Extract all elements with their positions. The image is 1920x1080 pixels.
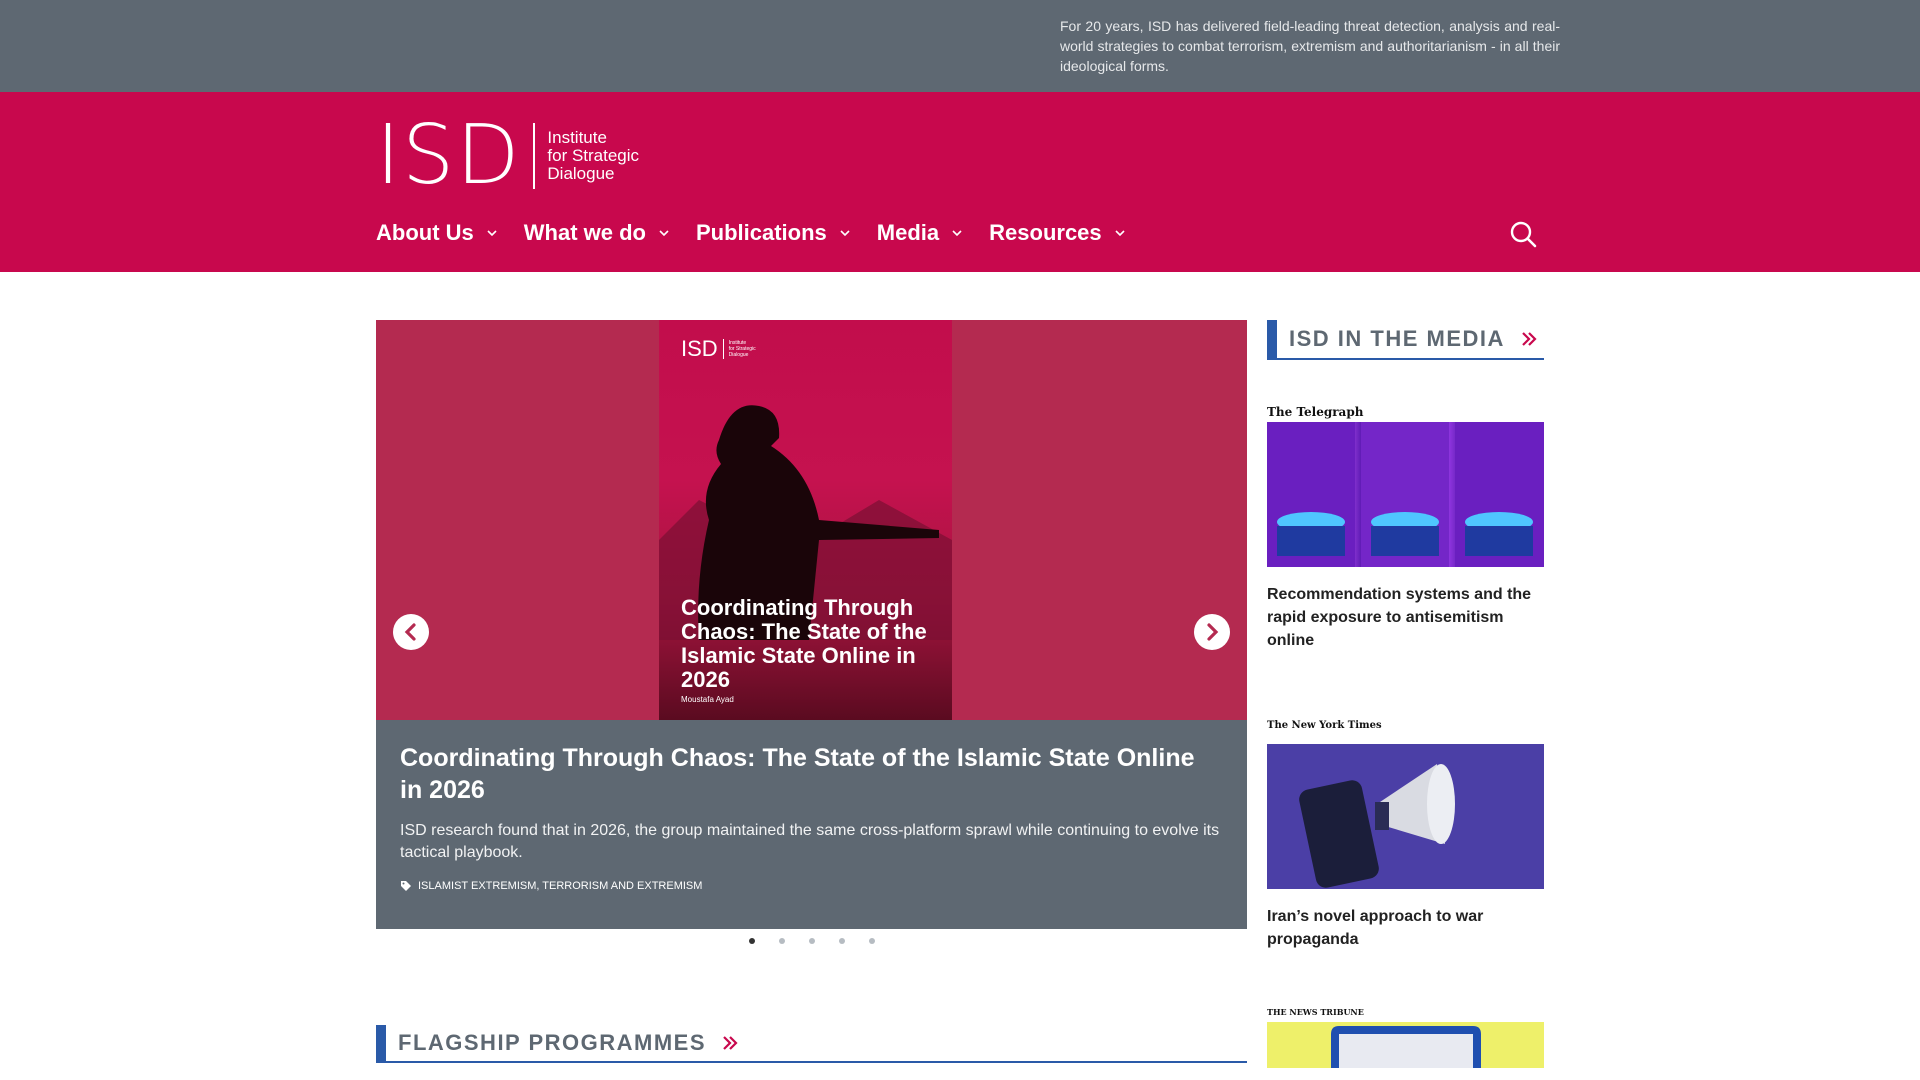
media-section-heading[interactable]: ISD IN THE MEDIA	[1267, 320, 1544, 360]
phones-illustration	[1267, 422, 1544, 567]
media-image[interactable]	[1267, 1022, 1544, 1068]
carousel-dot-5[interactable]	[868, 938, 875, 944]
site-header: ISD Institute for Strategic Dialogue Abo…	[0, 92, 1920, 272]
search-button[interactable]	[1508, 219, 1538, 254]
chevron-down-icon	[659, 230, 669, 237]
main-nav: About Us What we do Publications Media R…	[376, 220, 1152, 246]
chevron-down-icon	[952, 230, 962, 237]
media-card-title[interactable]: Recommendation systems and the rapid exp…	[1267, 583, 1544, 652]
media-card-1[interactable]: The Telegraph Recommendation systems and…	[1267, 406, 1544, 652]
nav-about-us[interactable]: About Us	[376, 220, 498, 246]
laptop-illustration	[1331, 1026, 1481, 1068]
nav-resources[interactable]: Resources	[989, 220, 1126, 246]
publication-logo: The Telegraph	[1267, 405, 1364, 419]
slide-caption: Coordinating Through Chaos: The State of…	[376, 720, 1247, 929]
chevron-right-icon	[1207, 623, 1219, 641]
double-chevron-right-icon	[1522, 332, 1537, 346]
media-image[interactable]	[1267, 744, 1544, 889]
chevron-left-icon	[404, 623, 416, 641]
carousel-dot-3[interactable]	[808, 938, 815, 944]
publication-logo: The New York Times	[1267, 720, 1382, 731]
report-cover: ISD Institute for Strategic Dialogue Coord…	[659, 320, 952, 720]
publication-logo: THE NEWS TRIBUNE	[1267, 1007, 1364, 1017]
featured-carousel: ISD Institute for Strategic Dialogue Coord…	[376, 320, 1247, 929]
nav-media[interactable]: Media	[877, 220, 963, 246]
media-section-label: ISD IN THE MEDIA	[1289, 326, 1505, 351]
slide-tags[interactable]: ISLAMIST EXTREMISM, TERRORISM AND EXTREM…	[400, 880, 1223, 892]
cover-logo: ISD Institute for Strategic Dialogue	[681, 336, 756, 361]
flagship-section-heading[interactable]: FLAGSHIP PROGRAMMES	[376, 1025, 1247, 1063]
carousel-dot-1[interactable]	[748, 938, 755, 944]
double-chevron-right-icon	[723, 1036, 738, 1050]
slide-image[interactable]: ISD Institute for Strategic Dialogue Coord…	[376, 320, 1247, 720]
carousel-dots	[376, 938, 1247, 944]
media-card-2[interactable]: The New York Times Iran’s novel approach…	[1267, 720, 1544, 951]
chevron-down-icon	[487, 230, 497, 237]
flagship-section-label: FLAGSHIP PROGRAMMES	[398, 1030, 707, 1055]
mission-statement: For 20 years, ISD has delivered field-le…	[1060, 18, 1560, 74]
carousel-dot-2[interactable]	[778, 938, 785, 944]
tag-icon	[401, 881, 411, 891]
chevron-down-icon	[840, 230, 850, 237]
chevron-down-icon	[1115, 230, 1125, 237]
nav-what-we-do[interactable]: What we do	[524, 220, 670, 246]
megaphone-illustration	[1299, 764, 1455, 888]
carousel-prev-button[interactable]	[393, 614, 429, 650]
logo-subtitle: Institute for Strategic Dialogue	[547, 128, 640, 183]
media-card-title[interactable]: Iran’s novel approach to war propaganda	[1267, 905, 1544, 951]
nav-publications[interactable]: Publications	[696, 220, 851, 246]
isd-logo[interactable]: ISD Institute for Strategic Dialogue	[376, 108, 640, 203]
search-icon	[1510, 221, 1537, 248]
slide-description: ISD research found that in 2026, the gro…	[400, 822, 1220, 861]
media-card-3[interactable]: THE NEWS TRIBUNE	[1267, 1006, 1544, 1068]
logo-mark: ISD	[376, 108, 522, 203]
cover-author: Moustafa Ayad	[681, 695, 734, 704]
logo-divider	[533, 123, 536, 189]
slide-title-link[interactable]: Coordinating Through Chaos: The State of…	[400, 742, 1223, 806]
top-info-bar: For 20 years, ISD has delivered field-le…	[0, 0, 1920, 92]
cover-title: Coordinating Through Chaos: The State of…	[681, 595, 927, 692]
carousel-next-button[interactable]	[1194, 614, 1230, 650]
media-image[interactable]	[1267, 422, 1544, 567]
carousel-dot-4[interactable]	[838, 938, 845, 944]
